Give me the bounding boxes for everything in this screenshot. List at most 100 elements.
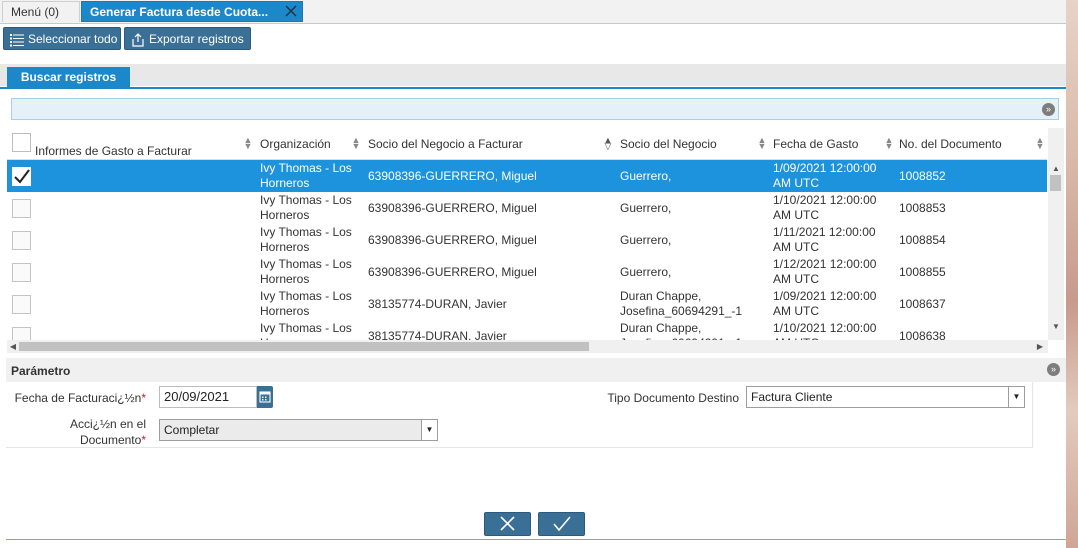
cell-bp: Guerrero, Emilia_298420_-1 <box>620 169 672 183</box>
tab-generate-invoice-label: Generar Factura desde Cuota... <box>90 5 269 19</box>
invoice-date-label: Fecha de Facturaci¿½n* <box>14 391 146 405</box>
background-edge <box>1066 0 1078 548</box>
cell-bp-invoice: 38135774-DURAN, Javier <box>368 297 507 311</box>
cell-bp-invoice: 63908396-GUERRERO, Miguel <box>368 265 537 279</box>
column-header-expense-reports[interactable]: Informes de Gasto a Facturar ▲ ▼ <box>7 128 253 159</box>
calendar-icon[interactable] <box>257 386 273 408</box>
column-header-organization[interactable]: Organización ▲ ▼ <box>254 128 361 159</box>
cell-bp: Duran Chappe, Josefina_60694291_-1 <box>620 289 743 318</box>
chevron-double-down-icon[interactable]: » <box>1042 103 1055 116</box>
sort-icon: ▲ ▼ <box>243 135 253 151</box>
select-all-button[interactable]: Seleccionar todo <box>3 27 121 50</box>
cell-doc: 1008854 <box>899 233 946 247</box>
cell-date: 1/12/2021 12:00:00 AM UTC <box>773 257 877 286</box>
table-row[interactable]: Ivy Thomas - Los Horneros 38135774-DURAN,… <box>7 320 1047 340</box>
column-header-expense-date[interactable]: Fecha de Gasto ▲ ▼ <box>767 128 893 159</box>
table-row[interactable]: Ivy Thomas - Los Horneros 38135774-DURAN,… <box>7 288 1047 320</box>
scroll-right-icon[interactable]: ▶ <box>1034 340 1046 353</box>
app-window: Menú (0) Generar Factura desde Cuota... … <box>0 0 1066 548</box>
footer-divider <box>6 539 1066 540</box>
search-criteria-bar[interactable]: » <box>11 98 1059 120</box>
table-row[interactable]: Ivy Thomas - Los Horneros 63908396-GUERRE… <box>7 224 1047 256</box>
sort-icon: ▲ ▼ <box>351 135 361 151</box>
cell-org: Ivy Thomas - Los Horneros <box>260 225 352 254</box>
scroll-thumb[interactable] <box>1050 175 1061 191</box>
cell-bp: Duran Chappe, Josefina_60694291_-1 <box>620 321 742 340</box>
target-doc-type-value: Factura Cliente <box>751 390 833 404</box>
select-all-label: Seleccionar todo <box>28 32 118 46</box>
cell-bp-invoice: 38135774-DURAN, Javier <box>368 329 507 340</box>
grid-header: Informes de Gasto a Facturar ▲ ▼ Organiza… <box>7 128 1047 160</box>
cell-doc: 1008852 <box>899 169 946 183</box>
invoice-date-field[interactable]: 20/09/2021 <box>159 386 257 408</box>
cancel-button[interactable] <box>484 512 531 536</box>
checkmark-icon <box>553 516 571 532</box>
column-label-expense-reports: Informes de Gasto a Facturar <box>35 144 192 158</box>
row-checkbox[interactable] <box>12 199 31 218</box>
records-grid: Informes de Gasto a Facturar ▲ ▼ Organiza… <box>7 128 1047 340</box>
doc-action-label: Acci¿½n en el Documento* <box>69 417 146 447</box>
export-label: Exportar registros <box>149 32 244 46</box>
parameter-panel-header: Parámetro » <box>6 358 1066 382</box>
table-row[interactable]: Ivy Thomas - Los Horneros 63908396-GUERRE… <box>7 192 1047 224</box>
column-label-bp-invoice: Socio del Negocio a Facturar <box>368 137 523 151</box>
row-checkbox[interactable] <box>12 263 31 282</box>
row-checkbox[interactable] <box>12 167 31 186</box>
chevron-down-icon[interactable]: ▼ <box>1008 387 1024 407</box>
cell-date: 1/11/2021 12:00:00 AM UTC <box>773 225 876 254</box>
cell-date: 1/09/2021 12:00:00 AM UTC <box>773 161 877 190</box>
row-checkbox[interactable] <box>12 327 31 340</box>
column-label-bp: Socio del Negocio <box>620 137 717 151</box>
column-header-bp-invoice[interactable]: Socio del Negocio a Facturar ▲ ▽ <box>362 128 613 159</box>
chevron-double-down-icon[interactable]: » <box>1047 363 1060 376</box>
cell-bp-invoice: 63908396-GUERRERO, Miguel <box>368 201 537 215</box>
horizontal-scrollbar[interactable]: ◀ ▶ <box>7 340 1048 353</box>
cell-bp: Guerrero, Emilia_298420_-1 <box>620 265 672 279</box>
scroll-thumb[interactable] <box>19 342 589 351</box>
sort-icon: ▲ ▼ <box>1035 135 1045 151</box>
tab-generate-invoice[interactable]: Generar Factura desde Cuota... <box>81 1 303 22</box>
cell-doc: 1008638 <box>899 329 946 340</box>
cell-org: Ivy Thomas - Los Horneros <box>260 193 352 222</box>
cell-date: 1/10/2021 12:00:00 AM UTC <box>773 321 877 340</box>
ok-button[interactable] <box>538 512 585 536</box>
table-row[interactable]: Ivy Thomas - Los Horneros 63908396-GUERRE… <box>7 160 1047 192</box>
cell-date: 1/09/2021 12:00:00 AM UTC <box>773 289 877 318</box>
export-button[interactable]: Exportar registros <box>124 27 251 50</box>
cell-doc: 1008853 <box>899 201 946 215</box>
doc-action-select[interactable]: Completar ▼ <box>159 419 438 441</box>
tab-menu[interactable]: Menú (0) <box>2 1 80 22</box>
close-icon[interactable] <box>284 4 298 18</box>
sort-icon: ▲ ▼ <box>757 135 767 151</box>
tab-search-records[interactable]: Buscar registros <box>7 67 130 88</box>
row-checkbox[interactable] <box>12 295 31 314</box>
row-checkbox[interactable] <box>12 231 31 250</box>
search-tab-strip <box>0 64 1066 86</box>
checkmark-icon <box>14 169 30 184</box>
parameter-panel: Fecha de Facturaci¿½n* 20/09/2021 Acci¿½… <box>6 382 1033 448</box>
vertical-scrollbar[interactable]: ▲ ▼ <box>1048 128 1064 340</box>
cell-doc: 1008637 <box>899 297 946 311</box>
export-icon <box>131 32 145 47</box>
table-row[interactable]: Ivy Thomas - Los Horneros 63908396-GUERRE… <box>7 256 1047 288</box>
target-doc-type-select[interactable]: Factura Cliente ▼ <box>746 386 1025 408</box>
tab-bar: Menú (0) Generar Factura desde Cuota... <box>0 0 1066 24</box>
cell-bp: Guerrero, Emilia_298420_-1 <box>620 233 672 247</box>
cell-bp-invoice: 63908396-GUERRERO, Miguel <box>368 233 537 247</box>
scroll-left-icon[interactable]: ◀ <box>7 340 19 353</box>
column-header-doc-no[interactable]: No. del Documento ▲ ▼ <box>893 128 1047 159</box>
list-icon <box>10 32 24 47</box>
scroll-down-icon[interactable]: ▼ <box>1048 322 1064 334</box>
cell-bp: Guerrero, Emilia_298420_-1 <box>620 201 672 215</box>
toolbar: Seleccionar todo Exportar registros <box>0 24 1066 54</box>
chevron-down-icon[interactable]: ▼ <box>421 420 437 440</box>
cell-org: Ivy Thomas - Los Horneros <box>260 161 352 190</box>
select-all-checkbox[interactable] <box>12 133 31 152</box>
close-icon <box>500 516 515 531</box>
parameter-title: Parámetro <box>11 364 71 378</box>
cell-org: Ivy Thomas - Los Horneros <box>260 321 352 340</box>
column-label-organization: Organización <box>260 137 331 151</box>
column-header-bp[interactable]: Socio del Negocio ▲ ▼ <box>614 128 767 159</box>
cell-bp-invoice: 63908396-GUERRERO, Miguel <box>368 169 537 183</box>
cell-org: Ivy Thomas - Los Horneros <box>260 289 352 318</box>
